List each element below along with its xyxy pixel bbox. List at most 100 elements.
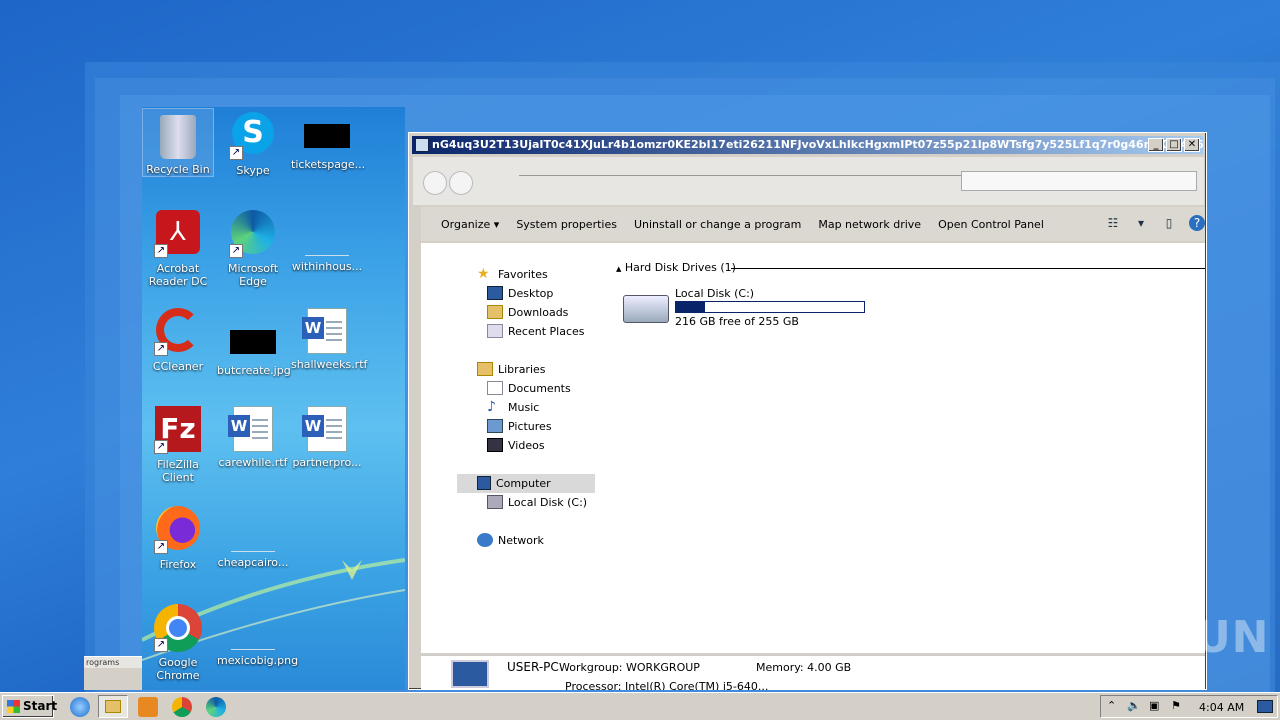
start-button[interactable]: Start <box>2 695 57 718</box>
uninstall-program-button[interactable]: Uninstall or change a program <box>634 218 801 231</box>
drive-usage-bar <box>675 301 865 313</box>
chrome-taskbar-icon[interactable] <box>172 697 192 717</box>
desktop-icon-chrome[interactable]: ↗ Google Chrome <box>142 604 214 682</box>
documents-icon <box>487 381 503 395</box>
ccleaner-icon: ↗ <box>154 308 202 356</box>
skype-icon: S ↗ <box>229 112 277 160</box>
forward-button[interactable] <box>449 171 473 195</box>
help-icon[interactable]: ? <box>1189 215 1205 231</box>
programs-strip-label: rograms <box>84 657 142 668</box>
taskbar: Start ⌃ 🔈 ▣ ⚑ 4:04 AM <box>0 692 1280 720</box>
word-document-icon <box>302 406 347 452</box>
nav-documents[interactable]: Documents <box>487 379 571 398</box>
view-options-icon[interactable]: ☷ <box>1105 215 1121 231</box>
chrome-icon: ↗ <box>154 604 202 652</box>
desktop-icon-edge[interactable]: ↗ Microsoft Edge <box>217 210 289 288</box>
desktop-icon-acrobat[interactable]: ⅄ ↗ Acrobat Reader DC <box>142 210 214 288</box>
desktop-icon-label: CCleaner <box>152 360 204 373</box>
explorer-taskbar-button[interactable] <box>98 695 128 718</box>
desktop-icon-label: Google Chrome <box>156 656 200 682</box>
explorer-window[interactable]: nG4uq3U2T13UjaIT0c41XJuLr4b1omzr0KE2bI17… <box>408 132 1207 690</box>
recent-places-icon <box>487 324 503 338</box>
computer-icon <box>477 476 491 490</box>
workgroup: Workgroup: WORKGROUP <box>559 661 700 674</box>
nav-pictures[interactable]: Pictures <box>487 417 552 436</box>
clock[interactable]: 4:04 AM <box>1199 701 1244 714</box>
preview-pane-icon[interactable]: ▯ <box>1161 215 1177 231</box>
desktop-icon-label: Acrobat Reader DC <box>148 262 208 288</box>
show-desktop-icon[interactable] <box>1257 700 1273 713</box>
media-player-icon[interactable] <box>138 697 158 717</box>
system-properties-button[interactable]: System properties <box>516 218 617 231</box>
map-network-drive-button[interactable]: Map network drive <box>818 218 921 231</box>
show-hidden-icons[interactable]: ⌃ <box>1107 699 1116 712</box>
network-icon <box>477 533 493 547</box>
navigation-pane: ★ Favorites Desktop Downloads Recent Plac… <box>421 243 597 653</box>
filezilla-icon: Fz ↗ <box>154 406 202 454</box>
hard-drive-icon <box>623 295 669 323</box>
edge-taskbar-icon[interactable] <box>206 697 226 717</box>
group-header[interactable]: ▲ Hard Disk Drives (1) <box>616 261 736 274</box>
open-control-panel-button[interactable]: Open Control Panel <box>938 218 1044 231</box>
desktop-icon-firefox[interactable]: ↗ Firefox <box>142 506 214 571</box>
maximize-button[interactable]: □ <box>1166 138 1182 152</box>
desktop-icon-butcreate[interactable]: butcreate.jpg <box>217 308 291 377</box>
desktop-icon-label: mexicobig.png <box>217 654 299 667</box>
computer-icon <box>415 138 429 152</box>
window-titlebar[interactable]: nG4uq3U2T13UjaIT0c41XJuLr4b1omzr0KE2bI17… <box>412 136 1203 154</box>
desktop-icon-ccleaner[interactable]: ↗ CCleaner <box>142 308 214 373</box>
music-icon: ♪ <box>487 399 496 415</box>
ie-icon[interactable] <box>70 697 90 717</box>
desktop-icon-shallweeks[interactable]: shallweeks.rtf <box>291 308 367 371</box>
address-bar[interactable] <box>519 175 979 195</box>
nav-local-disk[interactable]: Local Disk (C:) <box>487 493 587 512</box>
desktop-icon-withinhous[interactable]: withinhous... <box>291 210 363 273</box>
nav-downloads[interactable]: Downloads <box>487 303 568 322</box>
desktop-icon-label: carewhile.rtf <box>218 456 288 469</box>
anyrun-watermark: ANY RUN <box>1038 612 1270 663</box>
firefox-icon: ↗ <box>154 506 202 554</box>
nav-favorites[interactable]: ★ Favorites <box>477 265 548 284</box>
action-center-icon[interactable]: ⚑ <box>1171 699 1181 712</box>
nav-music[interactable]: ♪ Music <box>487 398 539 417</box>
nav-network[interactable]: Network <box>477 531 544 550</box>
desktop-icon-label: Microsoft Edge <box>227 262 279 288</box>
desktop-icon-label: ticketspage... <box>291 158 366 171</box>
desktop-icon-recycle-bin[interactable]: Recycle Bin <box>142 108 214 177</box>
back-button[interactable] <box>423 171 447 195</box>
recycle-bin-icon <box>160 115 196 159</box>
desktop-icon-skype[interactable]: S ↗ Skype <box>217 112 289 177</box>
address-bar-area <box>413 157 1204 205</box>
minimize-button[interactable]: _ <box>1148 138 1164 152</box>
desktop-icon-label: cheapcairo... <box>217 556 289 569</box>
desktop-icon-label: withinhous... <box>291 260 363 273</box>
acrobat-icon: ⅄ ↗ <box>154 210 202 258</box>
collapse-icon: ▲ <box>616 265 622 273</box>
network-tray-icon[interactable]: ▣ <box>1149 699 1159 712</box>
desktop-icon-label: Firefox <box>159 558 197 571</box>
desktop-icon-label: FileZilla Client <box>157 458 199 484</box>
desktop-icon-filezilla[interactable]: Fz ↗ FileZilla Client <box>142 406 214 484</box>
processor: Processor: Intel(R) Core(TM) i5-640... <box>565 680 769 690</box>
programs-strip: rograms <box>84 656 142 690</box>
nav-desktop[interactable]: Desktop <box>487 284 553 303</box>
nav-recent-places[interactable]: Recent Places <box>487 322 585 341</box>
volume-icon[interactable]: 🔈 <box>1127 699 1141 712</box>
desktop-icon-partnerpro[interactable]: partnerpro... <box>291 406 363 469</box>
file-icon <box>231 604 275 650</box>
chevron-down-icon[interactable]: ▾ <box>1133 215 1149 231</box>
desktop-icon-mexicobig[interactable]: mexicobig.png <box>217 604 299 667</box>
desktop-icon-carewhile[interactable]: carewhile.rtf <box>217 406 289 469</box>
libraries-icon <box>477 362 493 376</box>
desktop-icon-cheapcairo[interactable]: cheapcairo... <box>217 506 289 569</box>
computer-name: USER-PC <box>507 660 559 674</box>
nav-computer[interactable]: Computer <box>457 474 595 493</box>
desktop-icon-ticketspage[interactable]: ticketspage... <box>291 112 366 171</box>
close-button[interactable]: ✕ <box>1184 138 1200 152</box>
command-bar: Organize ▾ System properties Uninstall o… <box>421 207 1205 241</box>
nav-libraries[interactable]: Libraries <box>477 360 546 379</box>
folder-icon <box>105 700 121 713</box>
nav-videos[interactable]: Videos <box>487 436 545 455</box>
search-box[interactable] <box>961 171 1197 191</box>
organize-button[interactable]: Organize ▾ <box>441 218 499 231</box>
